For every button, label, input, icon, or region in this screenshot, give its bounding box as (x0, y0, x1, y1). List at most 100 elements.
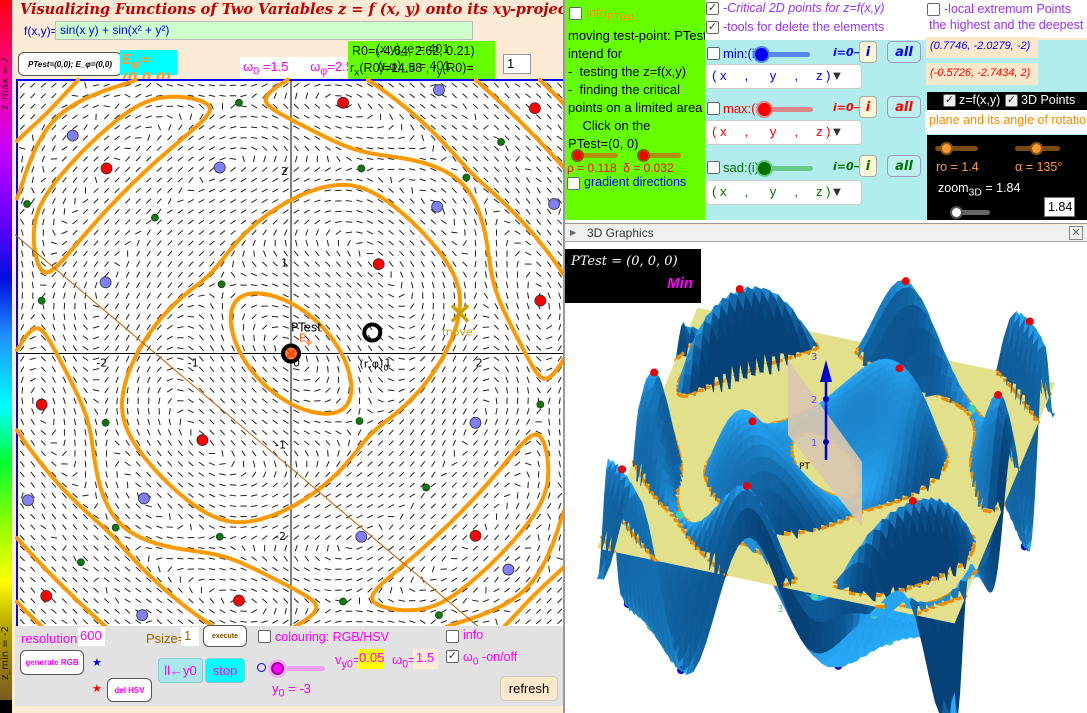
critical-point-saddle[interactable] (151, 213, 159, 222)
xy-projection-plot[interactable]: -3-2-101221-1-2PTestEφ(r,φ)0move (15, 78, 565, 628)
critical-point-max[interactable] (337, 96, 349, 109)
critical-point-min[interactable] (136, 609, 149, 622)
max-slider-knob[interactable] (758, 103, 771, 116)
execute-button[interactable]: execute (203, 625, 247, 647)
omega0-toggle-checkbox[interactable]: ✓ (446, 650, 459, 663)
max-all-button[interactable]: all (887, 96, 921, 118)
direction-dash (558, 313, 561, 320)
critical-point-saddle[interactable] (77, 558, 85, 567)
direction-dash (303, 389, 311, 392)
close-icon[interactable]: ✕ (1069, 226, 1083, 240)
max-points-dropdown[interactable]: ( x , y , z )▼ (705, 120, 862, 145)
critical-point-min[interactable] (431, 200, 444, 213)
critical-point-saddle[interactable] (101, 418, 110, 427)
critical-point-max[interactable] (372, 258, 385, 271)
refresh-button[interactable]: refresh (500, 676, 558, 701)
omega0-input[interactable]: 1.5 (413, 649, 438, 669)
psize-input[interactable]: 1 (181, 627, 199, 646)
critical-point-max[interactable] (100, 162, 113, 175)
max-i-button[interactable]: i (859, 96, 877, 118)
critical-point-min[interactable] (548, 198, 560, 210)
max-checkbox[interactable] (707, 102, 720, 115)
direction-dash (21, 387, 24, 394)
gradient-checkbox[interactable] (567, 177, 580, 190)
critical-point-min[interactable] (502, 563, 515, 576)
critical-point-saddle[interactable] (37, 296, 46, 305)
ptest-info-line: - testing the z=f(x,y) (568, 64, 687, 79)
y0-slider-track[interactable] (280, 666, 325, 671)
critical-point-saddle[interactable] (23, 200, 31, 208)
sad-i-button[interactable]: i (859, 155, 877, 177)
direction-dash (398, 147, 405, 150)
critical-2d-checkbox[interactable]: ✓ (706, 2, 719, 15)
critical-point-saddle[interactable] (422, 483, 431, 492)
alpha-value: α = 135° (1015, 160, 1063, 174)
critical-point-saddle[interactable] (462, 173, 471, 182)
z-min-label: z_min = -2 (0, 626, 11, 680)
critical-point-min[interactable] (22, 494, 34, 507)
ry-input[interactable]: 1 (503, 54, 531, 74)
zoom3d-slider-knob[interactable] (950, 206, 963, 219)
stop-button[interactable]: stop (205, 658, 245, 683)
critical-point-min[interactable] (138, 492, 150, 505)
info-ptest-checkbox[interactable] (569, 7, 582, 20)
sad-all-button[interactable]: all (887, 155, 921, 177)
critical-point-saddle[interactable] (215, 532, 224, 541)
critical-point-min[interactable] (355, 530, 368, 543)
generate-rgb-button[interactable]: generate RGB (20, 650, 84, 675)
critical-point-saddle[interactable] (111, 523, 120, 532)
zoom3d-symbol: zoom (938, 181, 969, 195)
local-extremum-label: -local extremum Points (944, 2, 1072, 16)
surface-3d (596, 277, 1056, 713)
function-input[interactable]: sin(x y) + sin(x² + y²) (55, 21, 473, 40)
omega-display: ω0 =1.5 ωφ=2.5 (240, 57, 353, 78)
critical-point-saddle[interactable] (217, 280, 226, 289)
critical-point-saddle[interactable] (435, 611, 443, 620)
alpha-slider-knob[interactable] (1030, 142, 1043, 155)
del-hsv-button[interactable]: del HSV (107, 678, 152, 702)
omega0-toggle-symbol: ω (463, 650, 473, 664)
critical-point-max[interactable] (534, 294, 547, 307)
info-checkbox[interactable] (446, 630, 459, 643)
resolution-input[interactable]: 600 (78, 627, 105, 646)
pause-y0-button[interactable]: ll←y0 (158, 658, 203, 683)
show-surface-checkbox[interactable]: ✓ (943, 94, 956, 107)
critical-point-saddle[interactable] (339, 597, 347, 606)
critical-point-saddle[interactable] (357, 164, 366, 173)
tools-delete-checkbox[interactable]: ✓ (706, 21, 719, 34)
critical-point-max[interactable] (40, 590, 53, 602)
critical-point-max[interactable] (469, 529, 482, 542)
reset-ptest-button[interactable]: PTest=(0,0); E_φ=(0,0) (18, 52, 122, 76)
min-points-dropdown[interactable]: ( x , y , z )▼ (705, 64, 862, 89)
critical-point-max[interactable] (35, 398, 48, 411)
vy0-input[interactable]: 0.05 (358, 649, 384, 669)
sad-slider-knob[interactable] (758, 162, 771, 175)
collapse-triangle-icon[interactable]: ▶ (570, 228, 576, 237)
critical-point-max[interactable] (196, 434, 209, 447)
critical-point-min[interactable] (213, 161, 226, 174)
critical-point-saddle[interactable] (536, 400, 545, 409)
critical-point-min[interactable] (469, 416, 482, 429)
critical-point-min[interactable] (66, 129, 79, 142)
ro-slider-knob[interactable] (940, 142, 953, 155)
min-i-button[interactable]: i (859, 41, 877, 63)
critical-point-saddle[interactable] (235, 98, 243, 107)
sad-points-dropdown[interactable]: ( x , y , z )▼ (705, 180, 862, 205)
intersection-curve (681, 393, 690, 399)
show-points-checkbox[interactable]: ✓ (1005, 94, 1018, 107)
min-all-button[interactable]: all (887, 41, 921, 63)
critical-point-saddle[interactable] (497, 138, 505, 146)
local-extremum-checkbox[interactable] (927, 3, 940, 16)
min-checkbox[interactable] (707, 47, 720, 60)
critical-point-min[interactable] (99, 276, 112, 289)
critical-point-min[interactable] (433, 84, 445, 96)
y0-slider-knob[interactable] (271, 662, 284, 675)
critical-point-saddle[interactable] (355, 417, 364, 425)
min-slider-knob[interactable] (755, 48, 768, 61)
sad-checkbox[interactable] (707, 161, 720, 174)
critical-point-max[interactable] (528, 102, 541, 115)
colouring-checkbox[interactable] (258, 630, 271, 643)
critical-point-max[interactable] (233, 594, 245, 607)
zoom3d-input[interactable]: 1.84 (1044, 197, 1075, 217)
graphics3d-view[interactable]: 123PT3 (565, 242, 1087, 713)
